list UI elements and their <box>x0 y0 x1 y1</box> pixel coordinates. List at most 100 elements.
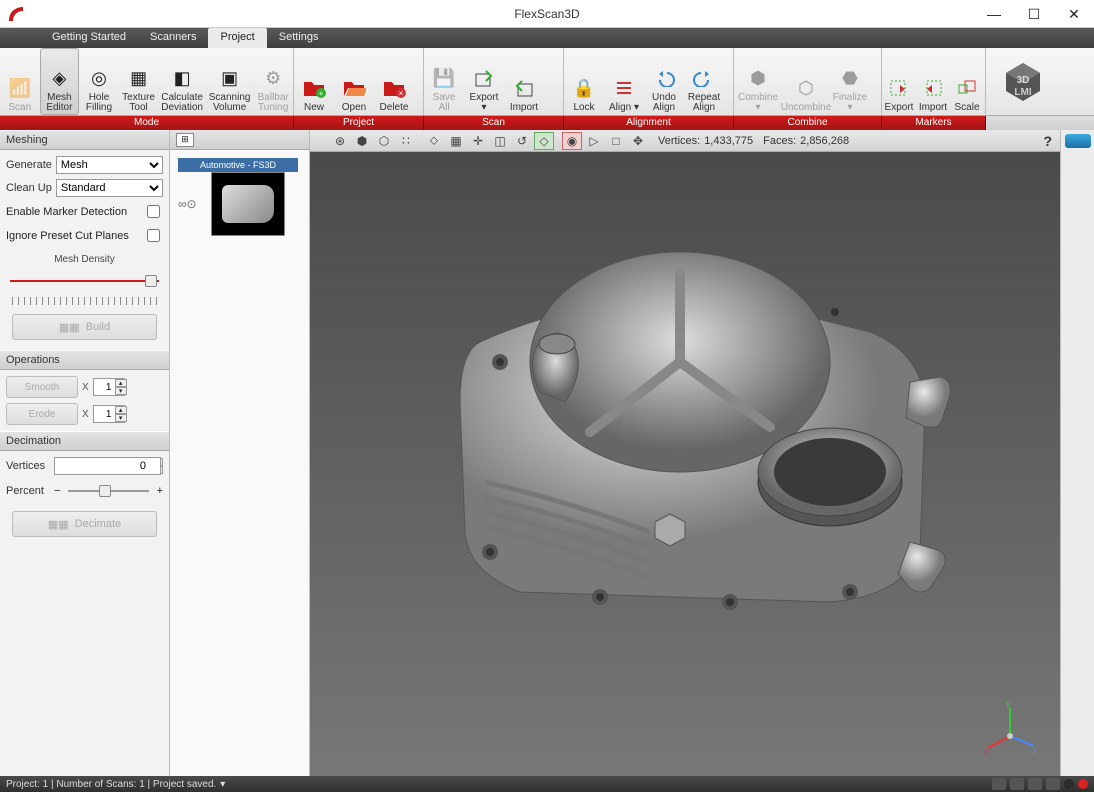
generate-select[interactable]: Mesh <box>56 156 163 174</box>
enable-marker-label: Enable Marker Detection <box>6 206 127 218</box>
undo-align-button[interactable]: Undo Align <box>644 48 684 115</box>
svg-text:y: y <box>1006 698 1011 708</box>
brand-logo-3d: 3D LMI <box>986 48 1060 115</box>
app-logo-icon <box>0 0 32 28</box>
ballbar-tuning-button[interactable]: ⚙Ballbar Tuning <box>253 48 293 115</box>
scale-markers-button[interactable]: Scale <box>950 48 984 115</box>
texture-tool-button[interactable]: ▦Texture Tool <box>119 48 159 115</box>
marker-import-icon <box>920 75 946 101</box>
maximize-button[interactable]: ☐ <box>1014 0 1054 28</box>
color-grid-icon[interactable]: ▦ <box>446 132 466 150</box>
align-button[interactable]: Align ▾ <box>604 48 644 115</box>
import-markers-button[interactable]: Import <box>916 48 950 115</box>
thumb-view-icon[interactable]: ⊞ <box>176 133 194 147</box>
mesh-density-slider[interactable] <box>10 272 159 290</box>
folder-open-icon <box>341 75 367 101</box>
axis-gizmo: x y z <box>980 696 1040 756</box>
menu-project[interactable]: Project <box>208 28 266 48</box>
import-scan-button[interactable]: Import <box>504 48 544 115</box>
main-area: Meshing Generate Mesh Clean Up Standard … <box>0 130 1094 776</box>
label-project: Project <box>294 116 424 130</box>
erode-button[interactable]: Erode <box>6 403 78 425</box>
ignore-preset-checkbox[interactable] <box>147 229 160 242</box>
export-scan-button[interactable]: Export ▾ <box>464 48 504 115</box>
mesh-density-label: Mesh Density <box>6 254 163 265</box>
ribbon-label-bar: Mode Project Scan Alignment Combine Mark… <box>0 116 1094 130</box>
status-icon-1[interactable] <box>992 778 1006 790</box>
ribbon-group-alignment: 🔒Lock Align ▾ Undo Align Repeat Align <box>564 48 734 115</box>
marker-export-icon <box>886 75 912 101</box>
scan-button[interactable]: 📶Scan <box>0 48 40 115</box>
stop-icon[interactable]: □ <box>606 132 626 150</box>
status-icon-4[interactable] <box>1046 778 1060 790</box>
delete-project-button[interactable]: ×Delete <box>374 48 414 115</box>
minimize-button[interactable]: — <box>974 0 1014 28</box>
hole-icon: ◎ <box>86 65 112 91</box>
calculate-deviation-button[interactable]: ◧Calculate Deviation <box>158 48 206 115</box>
uncombine-button[interactable]: ⬡Uncombine <box>782 48 830 115</box>
percent-slider[interactable] <box>68 482 148 500</box>
cleanup-label: Clean Up <box>6 182 52 194</box>
axis-tool-icon[interactable]: ✛ <box>468 132 488 150</box>
save-all-button[interactable]: 💾Save All <box>424 48 464 115</box>
erode-spinner[interactable]: ▴▾ <box>115 406 127 422</box>
viewport-canvas[interactable]: x y z <box>310 152 1060 776</box>
shade-smooth-icon[interactable]: ⬡ <box>374 132 394 150</box>
cleanup-select[interactable]: Standard <box>56 179 163 197</box>
decimate-button[interactable]: ▦▦Decimate <box>12 511 157 537</box>
panel-operations: Smooth X ▴▾ Erode X ▴▾ <box>0 370 169 431</box>
menu-scanners[interactable]: Scanners <box>138 28 208 48</box>
vertices-input[interactable] <box>54 457 161 475</box>
menu-settings[interactable]: Settings <box>267 28 331 48</box>
open-project-button[interactable]: Open <box>334 48 374 115</box>
percent-label: Percent <box>6 485 50 497</box>
shade-flat-icon[interactable]: ⬢ <box>352 132 372 150</box>
refresh-icon[interactable]: ↺ <box>512 132 532 150</box>
enable-marker-checkbox[interactable] <box>147 205 160 218</box>
svg-text:LMI: LMI <box>1014 87 1031 98</box>
status-chevron-icon[interactable]: ▾ <box>220 779 225 790</box>
build-button[interactable]: ▦▦Build <box>12 314 157 340</box>
ballbar-icon: ⚙ <box>260 65 286 91</box>
undo-icon <box>651 65 677 91</box>
cursor-icon[interactable]: ⬦ <box>424 132 444 150</box>
smooth-spinner[interactable]: ▴▾ <box>115 379 127 395</box>
combine-button[interactable]: ⬢Combine ▾ <box>734 48 782 115</box>
smooth-button[interactable]: Smooth <box>6 376 78 398</box>
label-scan: Scan <box>424 116 564 130</box>
shade-wire-icon[interactable]: ⊛ <box>330 132 350 150</box>
repeat-align-button[interactable]: Repeat Align <box>684 48 724 115</box>
thumb-toolbar: ⊞ <box>170 130 309 150</box>
panel-header-meshing: Meshing <box>0 130 169 150</box>
lock-button[interactable]: 🔒Lock <box>564 48 604 115</box>
play-icon[interactable]: ▷ <box>584 132 604 150</box>
new-project-button[interactable]: +New <box>294 48 334 115</box>
svg-text:+: + <box>319 89 324 98</box>
box-icon-1[interactable]: ◫ <box>490 132 510 150</box>
uncombine-icon: ⬡ <box>793 75 819 101</box>
status-dot-red <box>1078 779 1088 789</box>
hole-filling-button[interactable]: ◎Hole Filling <box>79 48 119 115</box>
status-icon-2[interactable] <box>1010 778 1024 790</box>
scanning-volume-button[interactable]: ▣Scanning Volume <box>206 48 254 115</box>
marker-scale-icon <box>954 75 980 101</box>
menu-getting-started[interactable]: Getting Started <box>40 28 138 48</box>
sensor-icon[interactable] <box>1065 134 1091 148</box>
thumb-preview <box>211 172 285 236</box>
faces-stat-value: 2,856,268 <box>800 135 849 147</box>
lock-icon: 🔒 <box>571 75 597 101</box>
scan-thumbnail[interactable]: Automotive - FS3D ∞⊙ <box>178 158 298 236</box>
export-markers-button[interactable]: Export <box>882 48 916 115</box>
shade-points-icon[interactable]: ∷ <box>396 132 416 150</box>
align-icon <box>611 75 637 101</box>
mesh-editor-button[interactable]: ◈Mesh Editor <box>40 48 80 115</box>
move-icon[interactable]: ✥ <box>628 132 648 150</box>
status-icon-3[interactable] <box>1028 778 1042 790</box>
finalize-button[interactable]: ⬣Finalize ▾ <box>830 48 870 115</box>
generate-label: Generate <box>6 159 52 171</box>
help-icon[interactable]: ? <box>1043 133 1052 149</box>
select-mode-icon[interactable]: ◇ <box>534 132 554 150</box>
record-icon[interactable]: ◉ <box>562 132 582 150</box>
close-button[interactable]: ✕ <box>1054 0 1094 28</box>
label-alignment: Alignment <box>564 116 734 130</box>
